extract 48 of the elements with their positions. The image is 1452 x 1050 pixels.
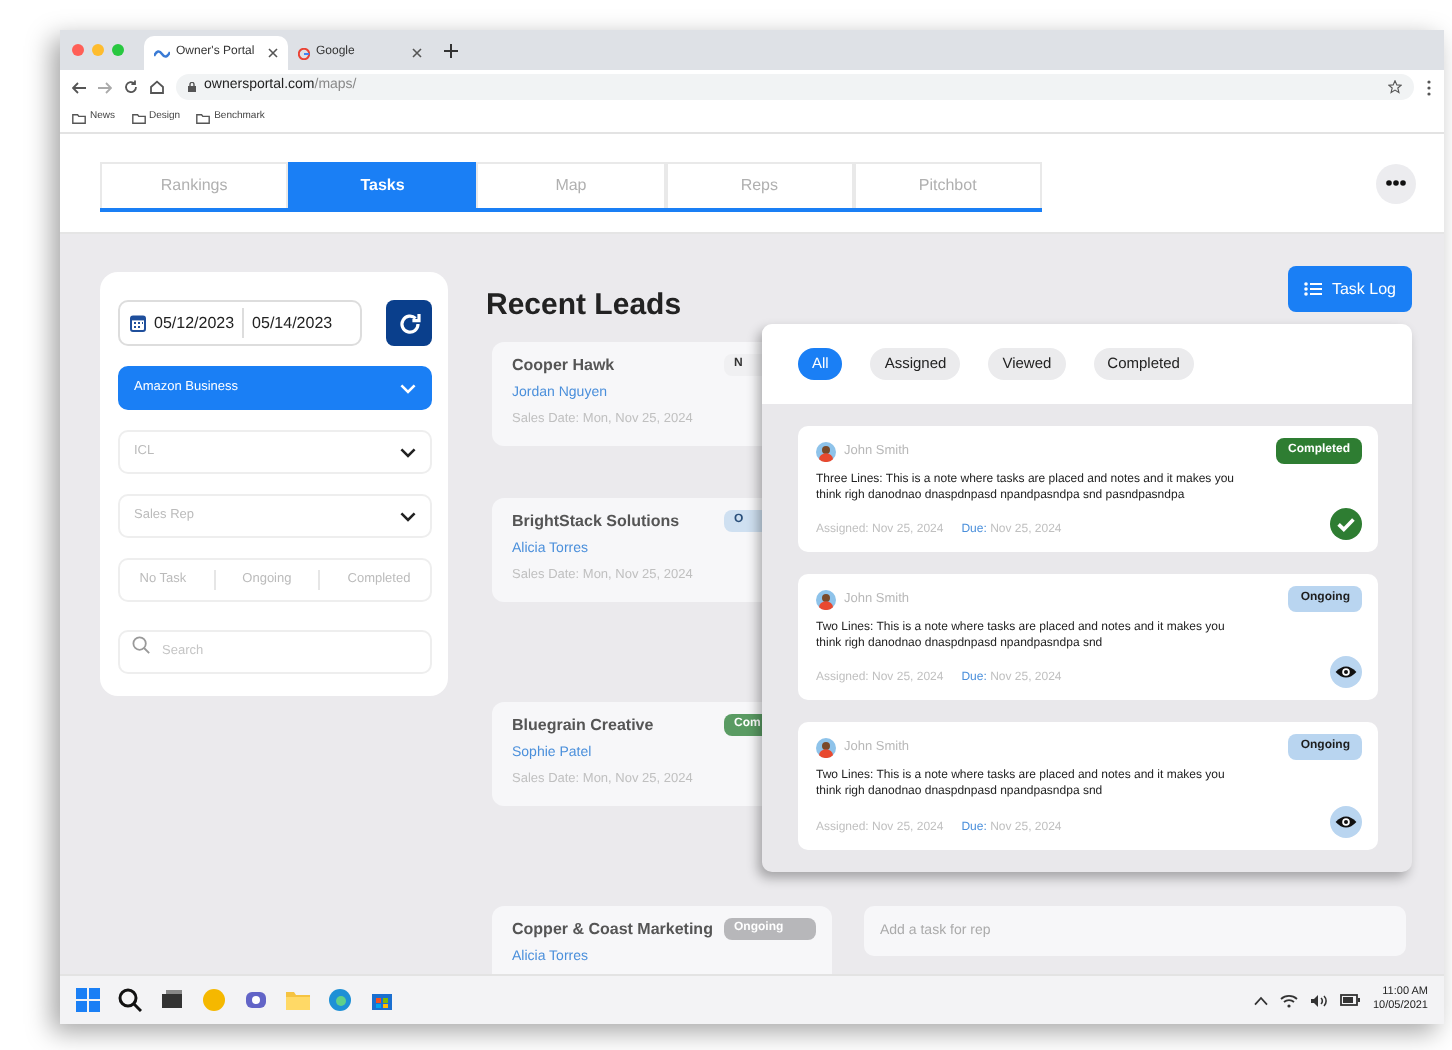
date-range-field[interactable]: 05/12/2023 05/14/2023	[118, 300, 362, 346]
date-text: 05/14/2023	[252, 311, 333, 335]
folder-icon	[131, 113, 146, 123]
wave-icon	[154, 47, 170, 59]
task-view-icon[interactable]	[160, 988, 184, 1012]
refresh-button[interactable]	[386, 300, 432, 346]
volume-icon[interactable]	[1310, 993, 1329, 1007]
avatar-icon	[816, 441, 836, 461]
start-icon[interactable]	[76, 988, 100, 1012]
nav-tab[interactable]: Tasks	[288, 161, 477, 207]
close-icon[interactable]	[412, 48, 422, 58]
more-button[interactable]	[1376, 163, 1416, 203]
plus-icon[interactable]	[444, 43, 458, 57]
chevron-up-icon[interactable]	[1254, 995, 1269, 1005]
kebab-menu-icon[interactable]	[1426, 79, 1432, 95]
check-circle-icon[interactable]	[1330, 508, 1362, 541]
folder-icon	[196, 113, 211, 123]
battery-icon[interactable]	[1340, 994, 1361, 1006]
home-icon[interactable]	[150, 80, 164, 94]
search-icon	[132, 635, 150, 653]
folder-icon	[72, 113, 86, 123]
refresh-icon	[397, 311, 421, 335]
back-icon[interactable]	[72, 81, 86, 93]
chevron-down-icon	[400, 511, 416, 521]
chevron-down-icon	[400, 447, 416, 457]
search-icon[interactable]	[118, 988, 142, 1012]
date-text: 05/12/2023	[154, 311, 235, 335]
avatar-icon	[816, 589, 836, 610]
task-log-button[interactable]: Task Log	[1287, 266, 1412, 312]
company-name: Copper & Coast Marketing	[512, 917, 713, 941]
company-name: BrightStack Solutions	[512, 509, 680, 533]
star-icon[interactable]	[1388, 80, 1402, 94]
wifi-icon[interactable]	[1280, 993, 1299, 1007]
calendar-icon	[130, 314, 146, 332]
more-icon	[1386, 180, 1406, 186]
list-icon	[1303, 282, 1322, 296]
company-name: Bluegrain Creative	[512, 713, 654, 737]
section-title: Recent Leads	[486, 286, 682, 326]
eye-icon[interactable]	[1330, 656, 1362, 689]
browser-icon[interactable]	[328, 988, 352, 1012]
reload-icon[interactable]	[124, 80, 138, 94]
avatar-icon	[816, 737, 836, 758]
lock-icon	[188, 82, 196, 92]
close-icon[interactable]	[268, 48, 278, 58]
chevron-down-icon	[400, 383, 416, 393]
store-icon[interactable]	[370, 988, 394, 1012]
eye-icon[interactable]	[1330, 805, 1362, 838]
company-name: Cooper Hawk	[512, 353, 615, 377]
